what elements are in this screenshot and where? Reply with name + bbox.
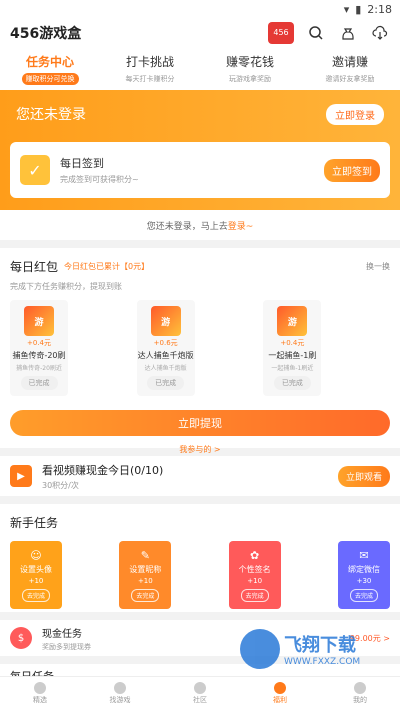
nav-welfare[interactable]: 福利: [240, 677, 320, 710]
tab-earn-money[interactable]: 赚零花钱 玩游戏拿奖励: [200, 48, 300, 90]
checkin-icon: ✓: [20, 155, 50, 185]
game-item[interactable]: 游 +0.4元 一起捕鱼-1刷 一起捕鱼-1刷近 已完成: [263, 300, 390, 396]
nav-featured[interactable]: 精选: [0, 677, 80, 710]
bottom-nav: 精选 找游戏 社区 福利 我的: [0, 676, 400, 710]
completed-badge: 已完成: [273, 376, 311, 390]
nav-profile[interactable]: 我的: [320, 677, 400, 710]
download-icon[interactable]: [370, 23, 390, 43]
gift-badge-icon[interactable]: 456: [268, 22, 294, 44]
video-sub: 30积分/次: [42, 480, 79, 490]
game-list: 游 +0.4元 捕鱼传奇-20刷 捕鱼传奇-20刷近 已完成 游 +0.6元 达…: [10, 300, 390, 396]
game-item[interactable]: 游 +0.4元 捕鱼传奇-20刷 捕鱼传奇-20刷近 已完成: [10, 300, 137, 396]
tab-invite[interactable]: 邀请赚 邀请好友拿奖励: [300, 48, 400, 90]
nav-community[interactable]: 社区: [160, 677, 240, 710]
refresh-button[interactable]: 换一换: [366, 261, 390, 272]
redpack-title: 每日红包: [10, 260, 59, 274]
checkin-title: 每日签到: [60, 157, 104, 170]
app-title: 456游戏盒: [10, 26, 82, 42]
status-time: 2:18: [367, 2, 392, 16]
checkin-desc: 完成签到可获得积分~: [60, 175, 139, 184]
battery-icon: ▮: [355, 2, 362, 16]
checkin-card: ✓ 每日签到 完成签到可获得积分~ 立即签到: [10, 142, 390, 198]
tab-task-center[interactable]: 任务中心 赚取积分可兑换: [0, 48, 100, 90]
community-icon: [194, 682, 206, 694]
redpack-total: 今日红包已累计【0元】: [64, 262, 150, 271]
cash-icon: $: [10, 627, 32, 649]
app-bar: 456游戏盒 456: [0, 18, 400, 48]
completed-badge: 已完成: [147, 376, 185, 390]
video-title: 看视频赚现金今日(0/10): [42, 463, 164, 477]
video-icon: ▶: [10, 465, 32, 487]
game-icon: 游: [24, 306, 54, 336]
game-icon: 游: [277, 306, 308, 336]
login-hint: 您还未登录，马上去 登录~: [0, 210, 400, 240]
my-participation-link[interactable]: 我参与的 >: [10, 444, 390, 455]
login-link[interactable]: 登录~: [228, 219, 254, 232]
checkin-button[interactable]: 立即签到: [324, 158, 380, 182]
watermark-logo-icon: [240, 629, 280, 669]
newbie-title: 新手任务: [10, 516, 59, 530]
gift-icon: [274, 682, 286, 694]
redpack-desc: 完成下方任务赚积分，提现到账: [10, 282, 122, 291]
watermark: 飞翔下载 WWW.FXXZ.COM: [240, 624, 390, 674]
status-bar: ▾ ▮ 2:18: [0, 0, 400, 18]
nav-find-games[interactable]: 找游戏: [80, 677, 160, 710]
top-tabs: 任务中心 赚取积分可兑换 打卡挑战 每天打卡赚积分 赚零花钱 玩游戏拿奖励 邀请…: [0, 48, 400, 90]
avatar-icon: ☺: [30, 548, 42, 562]
daily-redpack-card: 每日红包 今日红包已累计【0元】 换一换 完成下方任务赚积分，提现到账 游 +0…: [0, 248, 400, 454]
withdraw-button[interactable]: 立即提现: [10, 410, 390, 436]
login-button[interactable]: 立即登录: [326, 104, 384, 125]
palette-icon: ✿: [250, 548, 260, 562]
game-item[interactable]: 游 +0.6元 达人捕鱼千炮版 达人捕鱼千炮版 已完成: [136, 300, 264, 396]
search-icon[interactable]: [306, 23, 326, 43]
task-set-avatar[interactable]: ☺ 设置头像 +10 去完成: [10, 541, 62, 609]
game-icon: 游: [150, 306, 181, 336]
hero-banner: 您还未登录 立即登录 ✓ 每日签到 完成签到可获得积分~ 立即签到: [0, 90, 400, 210]
watch-now-button[interactable]: 立即观看: [337, 465, 390, 487]
tab-checkin-challenge[interactable]: 打卡挑战 每天打卡赚积分: [100, 48, 200, 90]
gamepad-icon: [114, 682, 126, 694]
task-set-nickname[interactable]: ✎ 设置昵称 +10 去完成: [119, 541, 172, 609]
wifi-icon: ▾: [343, 2, 350, 16]
task-bind-wechat[interactable]: ✉ 绑定微信 +30 去完成: [337, 541, 390, 609]
money-bag-icon[interactable]: [338, 23, 358, 43]
wechat-icon: ✉: [359, 548, 369, 562]
nickname-icon: ✎: [140, 548, 150, 562]
video-task-row: ▶ 看视频赚现金今日(0/10) 30积分/次 立即观看: [0, 456, 400, 496]
newbie-tasks-card: 新手任务 ☺ 设置头像 +10 去完成 ✎ 设置昵称 +10 去完成 ✿ 个性签…: [0, 504, 400, 612]
task-signature[interactable]: ✿ 个性签名 +10 去完成: [228, 541, 281, 609]
completed-badge: 已完成: [20, 376, 58, 390]
featured-icon: [34, 682, 46, 694]
profile-icon: [354, 682, 366, 694]
